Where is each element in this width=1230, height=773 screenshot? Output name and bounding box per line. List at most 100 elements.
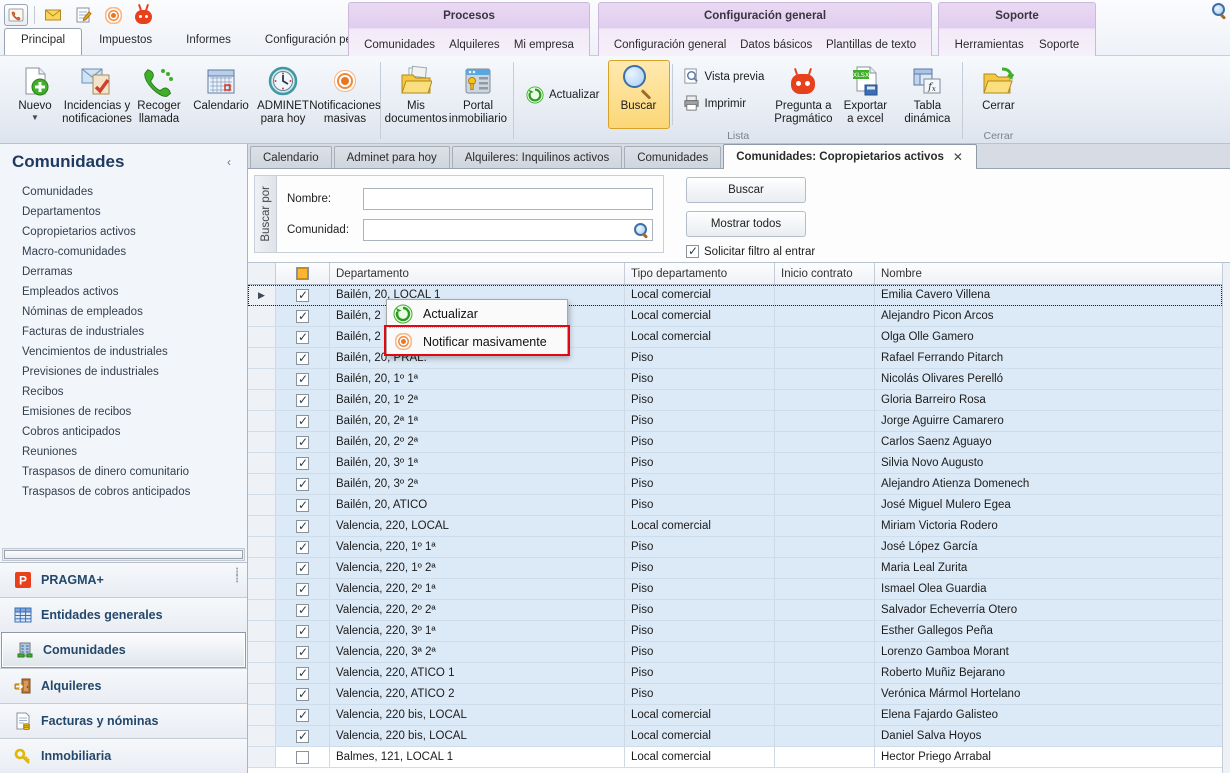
sidebar-item-comunidades[interactable]: Comunidades [0, 182, 247, 202]
notificaciones-masivas-button[interactable]: Notificacionesmasivas [314, 60, 376, 129]
solicitar-filtro-checkbox[interactable] [686, 245, 699, 258]
calendario-button[interactable]: Calendario [190, 60, 252, 129]
incidencias-y-notificaciones-button[interactable]: Incidencias ynotificaciones [66, 60, 128, 129]
row-checkbox[interactable] [296, 625, 309, 638]
row-checkbox[interactable] [296, 478, 309, 491]
select-all-checkbox[interactable] [296, 267, 309, 280]
row-checkbox[interactable] [296, 646, 309, 659]
table-row[interactable]: Bailén, 20, 3º 2ªPisoAlejandro Atienza D… [248, 474, 1222, 495]
table-row[interactable]: Valencia, 220 bis, LOCALLocal comercialE… [248, 705, 1222, 726]
sidebar-item-departamentos[interactable]: Departamentos [0, 202, 247, 222]
nuevo-button[interactable]: Nuevo▼ [4, 60, 66, 129]
context-menu-item-notificar-masivamente[interactable]: Notificar masivamente [387, 328, 567, 355]
contextual-tab-datos-básicos[interactable]: Datos básicos [734, 35, 818, 51]
table-row[interactable]: Bailén, 20, 1º 2ªPisoGloria Barreiro Ros… [248, 390, 1222, 411]
table-row[interactable]: Balmes, 121, LOCAL 1Local comercialHecto… [248, 747, 1222, 768]
exportar-a-excel-button[interactable]: XLSXExportara excel [834, 60, 896, 129]
grid-header-tipo-departamento[interactable]: Tipo departamento [625, 263, 775, 284]
envelope-button[interactable] [41, 4, 65, 26]
row-checkbox[interactable] [296, 604, 309, 617]
grid-header-nombre[interactable]: Nombre [875, 263, 1222, 284]
row-checkbox[interactable] [296, 352, 309, 365]
row-checkbox[interactable] [296, 289, 309, 302]
row-checkbox[interactable] [296, 331, 309, 344]
doc-tab-adminet-para-hoy[interactable]: Adminet para hoy [334, 146, 450, 168]
row-checkbox[interactable] [296, 541, 309, 554]
nombre-input[interactable] [363, 188, 653, 210]
sidebar-item-traspasos-de-dinero-comunitario[interactable]: Traspasos de dinero comunitario [0, 462, 247, 482]
grid-header-inicio-contrato[interactable]: Inicio contrato [775, 263, 875, 284]
table-row[interactable]: Bailén, 20, 2ª 1ªPisoJorge Aguirre Camar… [248, 411, 1222, 432]
field-search-icon[interactable] [634, 223, 649, 238]
comunidad-input[interactable] [363, 219, 653, 241]
row-checkbox[interactable] [296, 688, 309, 701]
robot-button[interactable] [131, 4, 155, 26]
buscar-button[interactable]: Buscar [686, 177, 806, 203]
doc-tab-alquileres-inquilinos-activos[interactable]: Alquileres: Inquilinos activos [452, 146, 622, 168]
recoger-llamada-button[interactable]: Recogerllamada [128, 60, 190, 129]
sidebar-item-copropietarios-activos[interactable]: Copropietarios activos [0, 222, 247, 242]
table-row[interactable]: Bailén, 20, 1º 1ªPisoNicolás Olivares Pe… [248, 369, 1222, 390]
contextual-tab-plantillas-de-texto[interactable]: Plantillas de texto [820, 35, 922, 51]
contextual-tab-comunidades[interactable]: Comunidades [358, 35, 441, 51]
page-tab-principal[interactable]: Principal [4, 28, 82, 55]
broadcast-button[interactable] [101, 4, 125, 26]
notes-button[interactable] [71, 4, 95, 26]
sidebar-nav-comunidades[interactable]: Comunidades [1, 632, 246, 668]
sidebar-nav-alquileres[interactable]: Alquileres [0, 668, 247, 703]
table-row[interactable]: Valencia, 220, 3º 1ªPisoEsther Gallegos … [248, 621, 1222, 642]
tabla-din-mica-button[interactable]: fxTabladinámica [896, 60, 958, 129]
mis-documentos-button[interactable]: Misdocumentos [385, 60, 447, 129]
imprimir-button[interactable]: Imprimir [679, 93, 769, 114]
sidebar-item-macro-comunidades[interactable]: Macro-comunidades [0, 242, 247, 262]
sidebar-hscrollbar[interactable] [2, 548, 245, 561]
row-checkbox[interactable] [296, 709, 309, 722]
doc-tab-comunidades[interactable]: Comunidades [624, 146, 721, 168]
row-checkbox[interactable] [296, 730, 309, 743]
doc-tab-comunidades-copropietarios-activos[interactable]: Comunidades: Copropietarios activos✕ [723, 144, 977, 169]
table-row[interactable]: Valencia, 220, LOCALLocal comercialMiria… [248, 516, 1222, 537]
table-row[interactable]: Valencia, 220, 2º 1ªPisoIsmael Olea Guar… [248, 579, 1222, 600]
sidebar-item-emisiones-de-recibos[interactable]: Emisiones de recibos [0, 402, 247, 422]
row-checkbox[interactable] [296, 457, 309, 470]
page-tab-informes[interactable]: Informes [169, 28, 248, 55]
sidebar-nav-entidades-generales[interactable]: Entidades generales [0, 597, 247, 632]
table-row[interactable]: Bailén, 20, 3º 1ªPisoSilvia Novo Augusto [248, 453, 1222, 474]
table-row[interactable]: Valencia, 220, ATICO 1PisoRoberto Muñiz … [248, 663, 1222, 684]
vista-previa-button[interactable]: Vista previa [679, 66, 769, 87]
row-checkbox[interactable] [296, 310, 309, 323]
collapse-chevron-icon[interactable]: ‹ [221, 155, 237, 169]
drag-handle-icon[interactable]: ⋮⋮ [232, 569, 243, 583]
sidebar-item-previsiones-de-industriales[interactable]: Previsiones de industriales [0, 362, 247, 382]
row-checkbox[interactable] [296, 751, 309, 764]
buscar-ribbon-button[interactable]: Buscar [608, 60, 670, 129]
sidebar-item-n-minas-de-empleados[interactable]: Nóminas de empleados [0, 302, 247, 322]
mostrar-todos-button[interactable]: Mostrar todos [686, 211, 806, 237]
sidebar-item-vencimientos-de-industriales[interactable]: Vencimientos de industriales [0, 342, 247, 362]
cerrar-button[interactable]: Cerrar [967, 60, 1029, 129]
sidebar-item-derramas[interactable]: Derramas [0, 262, 247, 282]
row-checkbox[interactable] [296, 415, 309, 428]
sidebar-nav-inmobiliaria[interactable]: Inmobiliaria [0, 738, 247, 773]
row-checkbox[interactable] [296, 499, 309, 512]
table-row[interactable]: Valencia, 220, 3ª 2ªPisoLorenzo Gamboa M… [248, 642, 1222, 663]
row-checkbox[interactable] [296, 394, 309, 407]
sidebar-item-recibos[interactable]: Recibos [0, 382, 247, 402]
adminet-para-hoy-button[interactable]: ADMINETpara hoy [252, 60, 314, 129]
contextual-tab-configuración-general[interactable]: Configuración general [608, 35, 733, 51]
grid-header-departamento[interactable]: Departamento [330, 263, 625, 284]
row-checkbox[interactable] [296, 520, 309, 533]
page-tab-impuestos[interactable]: Impuestos [82, 28, 169, 55]
table-row[interactable]: Valencia, 220, 1º 2ªPisoMaria Leal Zurit… [248, 558, 1222, 579]
row-checkbox[interactable] [296, 562, 309, 575]
table-row[interactable]: Valencia, 220, 1º 1ªPisoJosé López Garcí… [248, 537, 1222, 558]
sidebar-item-reuniones[interactable]: Reuniones [0, 442, 247, 462]
sidebar-nav-facturas-y-n-minas[interactable]: Facturas y nóminas [0, 703, 247, 738]
row-checkbox[interactable] [296, 583, 309, 596]
doc-tab-calendario[interactable]: Calendario [250, 146, 332, 168]
table-row[interactable]: Valencia, 220, ATICO 2PisoVerónica Mármo… [248, 684, 1222, 705]
phone-card-button[interactable] [4, 4, 28, 26]
sidebar-nav-pragma-[interactable]: PPRAGMA+⋮⋮ [0, 563, 247, 597]
table-row[interactable]: Bailén, 20, ATICOPisoJosé Miguel Mulero … [248, 495, 1222, 516]
close-tab-icon[interactable]: ✕ [952, 150, 964, 164]
